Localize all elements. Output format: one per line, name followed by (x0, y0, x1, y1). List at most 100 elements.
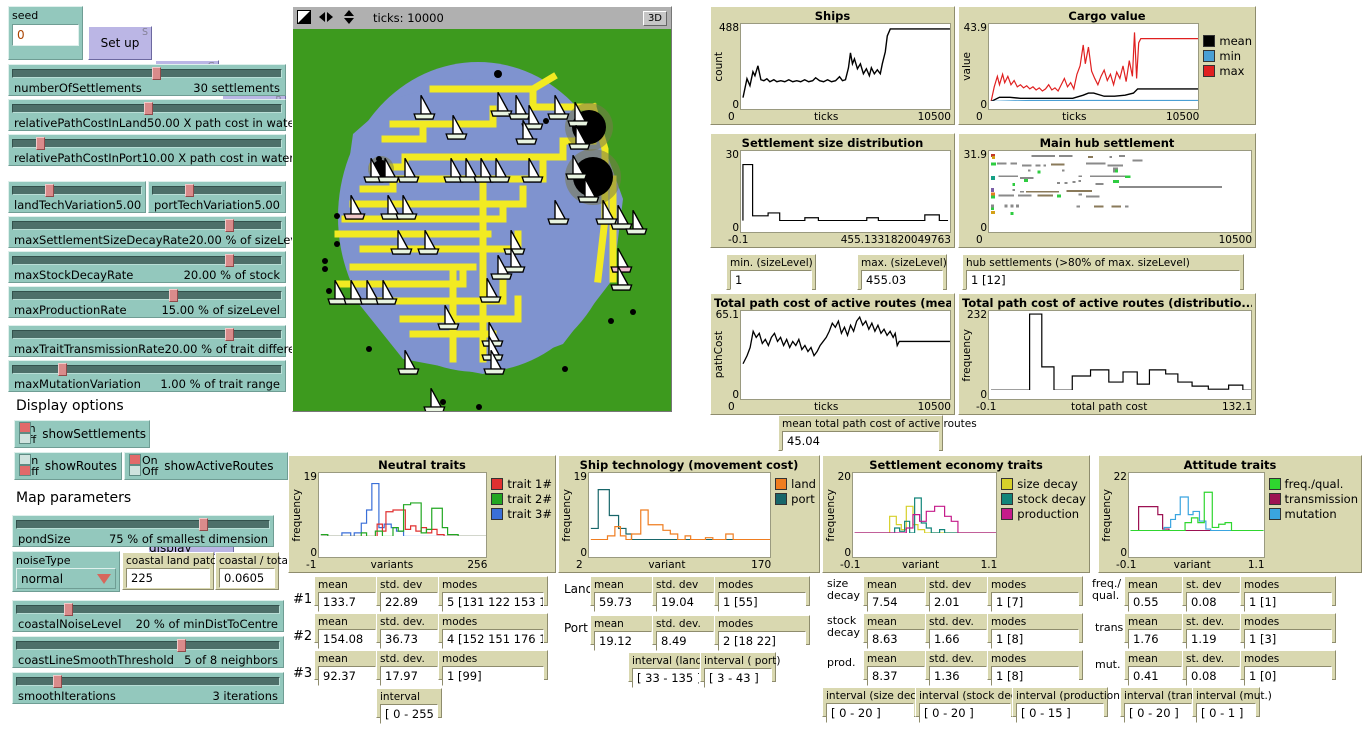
chooser-noiseType[interactable]: noiseType normal (12, 551, 120, 592)
monitor-label: st. dev (1186, 579, 1222, 591)
slider-name: maxTraitTransmissionRate (14, 342, 165, 356)
plot-ymin: 0 (580, 547, 587, 559)
plot-ymax: 30 (725, 149, 739, 161)
legend-label: size decay (1017, 476, 1078, 491)
plot-series (990, 153, 1222, 216)
slider-knob[interactable] (52, 675, 62, 688)
monitor-value: [ 0 - 15 ] (1016, 703, 1104, 723)
slider-relativePathCostInPort[interactable]: relativePathCostInPort 10.00 X path cost… (8, 134, 294, 166)
slider-pondSize[interactable]: pondSize 75 % of smallest dimension (12, 515, 274, 547)
plot-ymin: 0 (844, 547, 851, 559)
slider-knob[interactable] (152, 67, 162, 80)
edit-mode-icon[interactable] (297, 9, 311, 27)
slider-knob[interactable] (144, 102, 154, 115)
economy-interval-size-decay: interval (size decay) [ 0 - 20 ] (822, 687, 933, 723)
chooser-value: normal (21, 571, 64, 586)
ship-land-mean: mean 59.73 (590, 576, 656, 612)
slider-knob[interactable] (225, 254, 235, 267)
plot-settlement-size-distribution: Settlement size distribution 30 0 -0.1 4… (710, 133, 955, 248)
plot-ymin: 0 (980, 99, 987, 111)
monitor-label: st. dev. (1186, 616, 1225, 628)
legend-label: mean (1219, 33, 1252, 48)
plot-ymin: 0 (732, 99, 739, 111)
plot-xlabel: variants (370, 558, 414, 571)
slider-smoothIterations[interactable]: smoothIterations 3 iterations (12, 672, 284, 704)
plot-y-axis: 19 0 frequency (291, 471, 318, 559)
plot-neutral-traits: Neutral traits 19 0 frequency -1 variant… (288, 455, 556, 573)
slider-maxSettlementSizeDecayRate[interactable]: maxSettlementSizeDecayRate 20.00 % of si… (8, 216, 307, 248)
plot-ships: Ships 488 0 count 0 ticks 10500 (710, 6, 955, 125)
slider-numberOfSettlements[interactable]: numberOfSettlements 30 settlements (8, 64, 286, 96)
monitor-label: modes (442, 616, 478, 628)
monitor-value: 1 [0] (1244, 666, 1332, 686)
setup-button[interactable]: S Set up (88, 26, 152, 60)
slider-coastLineSmoothThreshold[interactable]: coastLineSmoothThreshold 5 of 8 neighbor… (12, 636, 284, 668)
seed-input-box[interactable]: seed 0 (8, 6, 83, 60)
slider-knob[interactable] (225, 219, 235, 232)
monitor-value: 455.03 (861, 270, 943, 290)
slider-portTechVariation[interactable]: portTechVariation 5.00 (148, 181, 286, 213)
slider-knob[interactable] (57, 363, 67, 376)
world-view[interactable]: ticks: 10000 3D (292, 6, 672, 412)
monitor-label: interval ( port) (704, 655, 781, 667)
slider-maxMutationVariation[interactable]: maxMutationVariation 1.00 % of trait ran… (8, 360, 286, 392)
slider-knob[interactable] (44, 184, 54, 197)
world-toolbar: ticks: 10000 3D (293, 7, 671, 29)
vertical-arrows-icon[interactable] (341, 9, 357, 28)
economy-production-modes: modes 1 [8] (987, 650, 1083, 686)
slider-landTechVariation[interactable]: landTechVariation 5.00 (8, 181, 146, 213)
monitor-label: mean (318, 579, 348, 591)
switch-showSettlements[interactable]: On Off showSettlements (14, 420, 150, 448)
monitor-coastal-land-patches: coastal land patches 225 (122, 552, 235, 590)
legend-swatch (1203, 34, 1216, 47)
plot-title: Settlement economy traits (869, 458, 1043, 472)
neutral-interval: interval [ 0 - 255 ) (376, 688, 442, 724)
slider-maxProductionRate[interactable]: maxProductionRate 15.00 % of sizeLevel (8, 286, 286, 318)
monitor-value: 2 [18 22] (718, 631, 806, 651)
plot-x-axis: -0.1 variant 1.1 (1102, 558, 1265, 571)
slider-knob[interactable] (36, 137, 46, 150)
monitor-label: interval (380, 691, 421, 703)
slider-value: 5.00 (115, 198, 142, 212)
neutral-row-label-3: #3 (293, 666, 313, 681)
monitor-label: std. dev. (929, 653, 974, 665)
plot-series (589, 473, 770, 540)
slider-maxStockDecayRate[interactable]: maxStockDecayRate 20.00 % of stock (8, 251, 286, 283)
monitor-label: hub settlements (>80% of max. sizeLevel) (966, 257, 1190, 269)
slider-knob[interactable] (177, 639, 187, 652)
chooser-select[interactable]: normal (16, 568, 116, 589)
slider-maxTraitTransmissionRate[interactable]: maxTraitTransmissionRate 20.00 % of trai… (8, 325, 316, 357)
monitor-label: st. dev. (1186, 653, 1225, 665)
plot-x-axis: 2 variant 170 (562, 558, 771, 571)
slider-knob[interactable] (225, 328, 235, 341)
seed-input[interactable]: 0 (12, 24, 79, 46)
switch-showActiveRoutes[interactable]: On Off showActiveRoutes (124, 452, 288, 480)
monitor-value: 1.76 (1128, 629, 1182, 649)
ship-interval-port: interval ( port) [ 3 - 43 ] (700, 652, 781, 688)
monitor-label: mean (594, 579, 624, 591)
plot-xmax: 1.1 (1247, 558, 1265, 571)
slider-knob[interactable] (184, 184, 194, 197)
world-canvas[interactable] (293, 29, 671, 411)
attitude-row-label-mut: mut. (1095, 658, 1121, 671)
slider-knob[interactable] (168, 289, 178, 302)
switch-showRoutes[interactable]: On Off showRoutes (14, 452, 122, 480)
3d-view-button[interactable]: 3D (642, 10, 667, 26)
plot-ymin: 0 (732, 222, 739, 234)
monitor-value: 4 [152 151 176 178] (442, 629, 544, 649)
monitor-value: 19.04 (656, 592, 714, 612)
slider-coastalNoiseLevel[interactable]: coastalNoiseLevel 20 % of minDistToCentr… (12, 600, 284, 632)
slider-knob[interactable] (63, 603, 73, 616)
plot-main-hub-settlement: Main hub settlement 31.9 0 0 10500 (958, 133, 1256, 248)
world-map[interactable] (293, 29, 671, 411)
horizontal-arrows-icon[interactable] (317, 10, 335, 27)
plot-series (1129, 473, 1264, 531)
monitor-value: 5 [131 122 153 104 13 (442, 592, 544, 612)
economy-size-decay-mean: mean 7.54 (863, 576, 929, 612)
slider-knob[interactable] (198, 518, 208, 531)
slider-relativePathCostInLand[interactable]: relativePathCostInLand 50.00 X path cost… (8, 99, 299, 131)
plot-title: Cargo value (1068, 9, 1146, 23)
monitor-label: modes (442, 653, 478, 665)
economy-stock-decay-modes: modes 1 [8] (987, 613, 1083, 649)
legend-swatch (1001, 507, 1014, 520)
